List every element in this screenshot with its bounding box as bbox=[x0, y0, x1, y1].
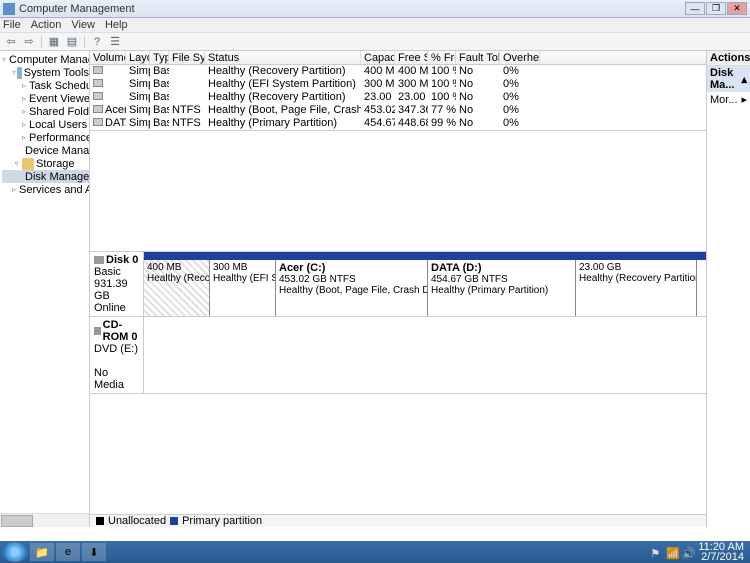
hdr-pctfree[interactable]: % Free bbox=[428, 51, 456, 64]
legend: Unallocated Primary partition bbox=[90, 514, 706, 527]
volume-icon bbox=[93, 92, 103, 100]
swatch-primary bbox=[170, 517, 178, 525]
explorer-icon[interactable]: 📁 bbox=[30, 543, 54, 561]
app-taskbar-icon[interactable]: ⬇ bbox=[82, 543, 106, 561]
hdr-fault[interactable]: Fault Tolerance bbox=[456, 51, 500, 64]
volume-icon bbox=[93, 105, 103, 113]
partition[interactable]: Acer (C:)453.02 GB NTFSHealthy (Boot, Pa… bbox=[276, 260, 428, 316]
swatch-unallocated bbox=[96, 517, 104, 525]
view-icon[interactable]: ▦ bbox=[46, 35, 62, 49]
tree-event-viewer[interactable]: ▹Event Viewer bbox=[2, 92, 89, 105]
tree-services[interactable]: ▹Services and Application bbox=[2, 183, 89, 196]
list-icon[interactable]: ☰ bbox=[107, 35, 123, 49]
tree-performance[interactable]: ▹Performance bbox=[2, 131, 89, 144]
volume-icon[interactable]: 🔊 bbox=[682, 547, 692, 557]
start-button[interactable] bbox=[2, 542, 28, 562]
disk-0-row[interactable]: Disk 0 Basic 931.39 GB Online 400 MBHeal… bbox=[90, 252, 706, 317]
forward-icon[interactable]: ⇨ bbox=[21, 35, 37, 49]
cdrom-icon bbox=[94, 327, 101, 335]
menu-action[interactable]: Action bbox=[31, 19, 62, 31]
tree-storage[interactable]: ▿Storage bbox=[2, 157, 89, 170]
toolbar: ⇦ ⇨ ▦ ▤ ? ☰ bbox=[0, 33, 750, 51]
menubar: File Action View Help bbox=[0, 18, 750, 33]
volume-row[interactable]: SimpleBasicHealthy (EFI System Partition… bbox=[90, 78, 706, 91]
volume-icon bbox=[93, 79, 103, 87]
tools-icon bbox=[17, 67, 22, 79]
window-title: Computer Management bbox=[19, 3, 685, 15]
hdr-overhead[interactable]: Overhead bbox=[500, 51, 540, 64]
refresh-icon[interactable]: ▤ bbox=[64, 35, 80, 49]
menu-file[interactable]: File bbox=[3, 19, 21, 31]
hdr-type[interactable]: Type bbox=[150, 51, 169, 64]
partition[interactable]: 300 MBHealthy (EFI System P bbox=[210, 260, 276, 316]
center-pane: Volume Layout Type File System Status Ca… bbox=[90, 51, 706, 527]
cdrom-info: CD-ROM 0 DVD (E:) No Media bbox=[90, 317, 144, 393]
volume-table: Volume Layout Type File System Status Ca… bbox=[90, 51, 706, 131]
volume-row[interactable]: SimpleBasicHealthy (Recovery Partition)4… bbox=[90, 65, 706, 78]
maximize-button[interactable]: ❐ bbox=[706, 2, 726, 15]
ie-icon[interactable]: e bbox=[56, 543, 80, 561]
hdr-status[interactable]: Status bbox=[205, 51, 361, 64]
actions-section[interactable]: Disk Ma...▴ bbox=[707, 66, 750, 92]
tree-root[interactable]: ▿Computer Management (L bbox=[2, 53, 89, 66]
titlebar: Computer Management — ❐ ✕ bbox=[0, 0, 750, 18]
actions-header: Actions bbox=[707, 51, 750, 66]
partition[interactable]: 23.00 GBHealthy (Recovery Partition) bbox=[576, 260, 697, 316]
taskbar: 📁 e ⬇ ⚑ 📶 🔊 11:20 AM 2/7/2014 bbox=[0, 541, 750, 563]
disk-graphical-view: Disk 0 Basic 931.39 GB Online 400 MBHeal… bbox=[90, 251, 706, 394]
harddisk-icon bbox=[94, 256, 104, 264]
partition[interactable]: DATA (D:)454.67 GB NTFSHealthy (Primary … bbox=[428, 260, 576, 316]
tree-task-scheduler[interactable]: ▹Task Scheduler bbox=[2, 79, 89, 92]
storage-icon bbox=[22, 158, 34, 170]
cdrom-row[interactable]: CD-ROM 0 DVD (E:) No Media bbox=[90, 317, 706, 394]
actions-more[interactable]: Mor...▸ bbox=[707, 92, 750, 107]
tree-scrollbar[interactable] bbox=[0, 513, 89, 527]
close-button[interactable]: ✕ bbox=[727, 2, 747, 15]
flag-icon[interactable]: ⚑ bbox=[650, 547, 660, 557]
system-tray[interactable]: ⚑ 📶 🔊 11:20 AM 2/7/2014 bbox=[650, 542, 748, 562]
chevron-right-icon: ▸ bbox=[741, 93, 747, 106]
hdr-capacity[interactable]: Capacity bbox=[361, 51, 395, 64]
disk-0-header-bar bbox=[144, 252, 706, 260]
hdr-filesystem[interactable]: File System bbox=[169, 51, 205, 64]
partition[interactable]: 400 MBHealthy (Recovery Parti bbox=[144, 260, 210, 316]
hdr-volume[interactable]: Volume bbox=[90, 51, 126, 64]
volume-row[interactable]: Acer (C:)SimpleBasicNTFSHealthy (Boot, P… bbox=[90, 104, 706, 117]
tree-system-tools[interactable]: ▿System Tools bbox=[2, 66, 89, 79]
tray-date: 2/7/2014 bbox=[698, 552, 744, 562]
help-icon[interactable]: ? bbox=[89, 35, 105, 49]
minimize-button[interactable]: — bbox=[685, 2, 705, 15]
tree-device-manager[interactable]: Device Manager bbox=[2, 144, 89, 157]
volume-icon bbox=[93, 118, 103, 126]
volume-row[interactable]: DATA (D:)SimpleBasicNTFSHealthy (Primary… bbox=[90, 117, 706, 130]
disk-0-info: Disk 0 Basic 931.39 GB Online bbox=[90, 252, 144, 316]
tree-shared-folders[interactable]: ▹Shared Folders bbox=[2, 105, 89, 118]
hdr-layout[interactable]: Layout bbox=[126, 51, 150, 64]
volume-icon bbox=[93, 66, 103, 74]
tree-local-users[interactable]: ▹Local Users and Grou bbox=[2, 118, 89, 131]
back-icon[interactable]: ⇦ bbox=[3, 35, 19, 49]
app-icon bbox=[3, 3, 15, 15]
collapse-icon: ▴ bbox=[741, 73, 747, 86]
network-icon[interactable]: 📶 bbox=[666, 547, 676, 557]
tree-pane: ▿Computer Management (L ▿System Tools ▹T… bbox=[0, 51, 90, 527]
volume-row[interactable]: SimpleBasicHealthy (Recovery Partition)2… bbox=[90, 91, 706, 104]
menu-help[interactable]: Help bbox=[105, 19, 128, 31]
menu-view[interactable]: View bbox=[71, 19, 95, 31]
hdr-freespace[interactable]: Free Space bbox=[395, 51, 428, 64]
tree-disk-management[interactable]: Disk Management bbox=[2, 170, 89, 183]
actions-pane: Actions Disk Ma...▴ Mor...▸ bbox=[706, 51, 750, 527]
volume-header[interactable]: Volume Layout Type File System Status Ca… bbox=[90, 51, 706, 65]
